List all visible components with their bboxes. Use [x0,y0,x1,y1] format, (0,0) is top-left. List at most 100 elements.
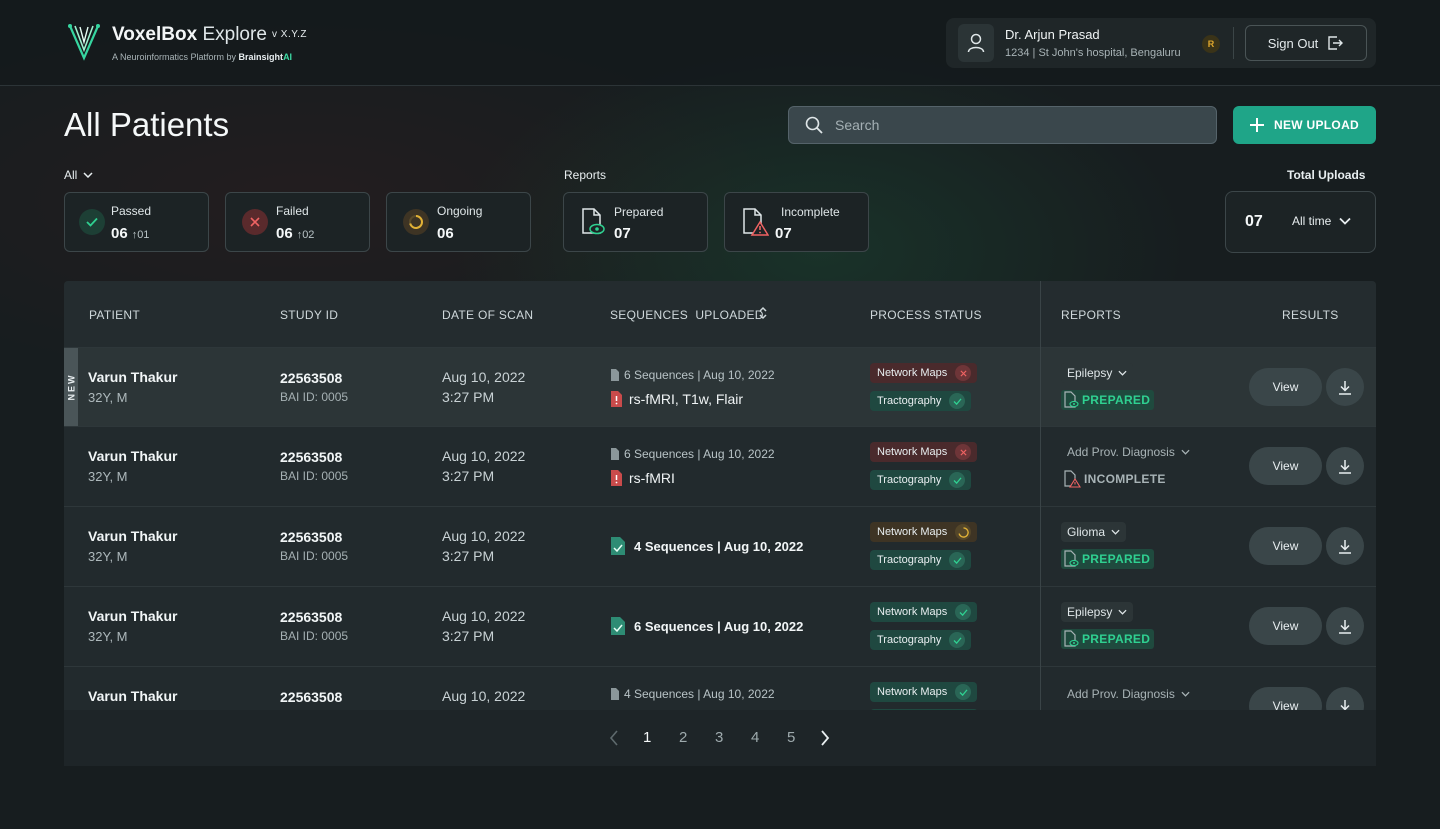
scan-date: Aug 10, 2022 [442,608,526,624]
new-upload-button[interactable]: NEW UPLOAD [1233,106,1376,144]
pagination: 1 2 3 4 5 [64,710,1376,766]
bai-id: BAI ID: 0005 [280,629,349,643]
network-maps-status[interactable]: Network Maps [870,442,978,462]
prepared-label: Prepared [614,205,664,219]
header-sequences: SEQUENCES UPLOADED [610,308,764,322]
tractography-status[interactable]: Tractography [870,630,972,650]
chevron-down-icon [1181,691,1190,697]
incomplete-count: 07 [775,225,792,242]
report-incomplete-icon [1064,470,1081,488]
view-button[interactable]: View [1249,687,1322,710]
report-prepared-icon [1064,550,1079,567]
network-maps-status[interactable]: Network Maps [870,602,978,622]
next-page-icon[interactable] [820,730,830,751]
view-button[interactable]: View [1249,447,1322,485]
ongoing-icon [955,524,972,540]
table-row[interactable]: NEW [64,347,1376,427]
report-status-prepared[interactable]: PREPARED [1061,549,1155,569]
passed-label: Passed [111,204,152,218]
page-5[interactable]: 5 [787,729,795,746]
view-button[interactable]: View [1249,368,1322,406]
bai-id: BAI ID: 0005 [280,390,349,404]
incomplete-card[interactable]: Incomplete 07 [724,192,869,252]
report-status-prepared[interactable]: PREPARED [1061,390,1155,410]
cross-icon [242,209,268,235]
scan-date: Aug 10, 2022 [442,448,526,464]
diagnosis-dropdown[interactable]: Epilepsy [1061,363,1134,383]
patient-name[interactable]: Varun Thakur [88,369,177,385]
chevron-down-icon [1181,449,1190,455]
tractography-status[interactable]: Tractography [870,470,972,490]
ongoing-card[interactable]: Ongoing 06 [386,192,531,252]
reports-section-label: Reports [564,168,607,182]
network-maps-status[interactable]: Network Maps [870,522,978,542]
new-upload-label: NEW UPLOAD [1274,118,1359,132]
view-button[interactable]: View [1249,607,1322,645]
time-range-dropdown[interactable]: All time [1292,214,1351,228]
bai-id: BAI ID: 0005 [280,469,349,483]
voxelbox-logo-icon[interactable] [66,22,102,62]
chevron-down-icon [1118,370,1127,376]
download-icon[interactable] [1326,447,1364,485]
search-input[interactable] [835,117,1175,133]
sequence-names: rs-fMRI [610,470,675,486]
page-3[interactable]: 3 [715,729,723,746]
sequence-summary: 4 Sequences | Aug 10, 2022 [610,687,775,701]
table-header: PATIENT STUDY ID DATE OF SCAN SEQUENCES … [64,281,1376,347]
patient-name[interactable]: Varun Thakur [88,608,177,624]
sign-out-button[interactable]: Sign Out [1245,25,1367,61]
header-process-status: PROCESS STATUS [870,308,982,322]
previous-page-icon[interactable] [609,730,619,751]
new-tag: NEW [64,348,78,426]
prepared-card[interactable]: Prepared 07 [563,192,708,252]
diagnosis-dropdown[interactable]: Add Prov. Diagnosis [1067,442,1190,462]
header-reports: REPORTS [1061,308,1121,322]
page-2[interactable]: 2 [679,729,687,746]
study-id: 22563508 [280,689,343,705]
status-filter-label: All [64,168,78,182]
view-button[interactable]: View [1249,527,1322,565]
diagnosis-dropdown[interactable]: Add Prov. Diagnosis [1067,684,1190,704]
ongoing-count: 06 [437,225,454,242]
diagnosis-dropdown[interactable]: Epilepsy [1061,602,1134,622]
patient-name[interactable]: Varun Thakur [88,448,177,464]
prepared-count: 07 [614,225,631,242]
patients-table: PATIENT STUDY ID DATE OF SCAN SEQUENCES … [64,281,1376,710]
app-version: v X.Y.Z [272,29,307,40]
scan-time: 3:27 PM [442,389,495,405]
page-4[interactable]: 4 [751,729,759,746]
search-icon [805,116,823,134]
total-uploads-label: Total Uploads [1287,168,1366,182]
failed-card[interactable]: Failed 06 ↑02 [225,192,370,252]
tractography-status[interactable]: Tractography [870,391,972,411]
sort-icon[interactable] [759,306,767,325]
check-icon [79,209,105,235]
report-status-prepared[interactable]: PREPARED [1061,629,1155,649]
download-icon[interactable] [1326,607,1364,645]
user-name: Dr. Arjun Prasad [1005,27,1100,42]
download-icon[interactable] [1326,527,1364,565]
patient-name[interactable]: Varun Thakur [88,528,177,544]
report-status-incomplete[interactable]: INCOMPLETE [1061,469,1170,489]
status-filter-dropdown[interactable]: All [64,168,93,182]
network-maps-status[interactable]: Network Maps [870,363,978,383]
report-prepared-icon [1064,630,1079,647]
page-1[interactable]: 1 [643,729,651,746]
passed-icon [955,604,972,620]
scan-date: Aug 10, 2022 [442,688,526,704]
search-box[interactable] [788,106,1217,144]
patient-name[interactable]: Varun Thakur [88,688,177,704]
table-row[interactable] [64,426,1376,506]
header-results: RESULTS [1282,308,1339,322]
user-avatar-icon[interactable] [958,24,994,62]
network-maps-status[interactable]: Network Maps [870,682,978,702]
tractography-status[interactable]: Tractography [870,550,972,570]
sequence-summary: 4 Sequences | Aug 10, 2022 [610,537,803,555]
file-error-icon [611,391,622,407]
app-name: VoxelBox Explore [112,24,267,45]
diagnosis-dropdown[interactable]: Glioma [1061,522,1127,542]
download-icon[interactable] [1326,368,1364,406]
report-prepared-icon [1064,391,1079,408]
passed-card[interactable]: Passed 06 ↑01 [64,192,209,252]
plus-icon [1250,118,1264,132]
